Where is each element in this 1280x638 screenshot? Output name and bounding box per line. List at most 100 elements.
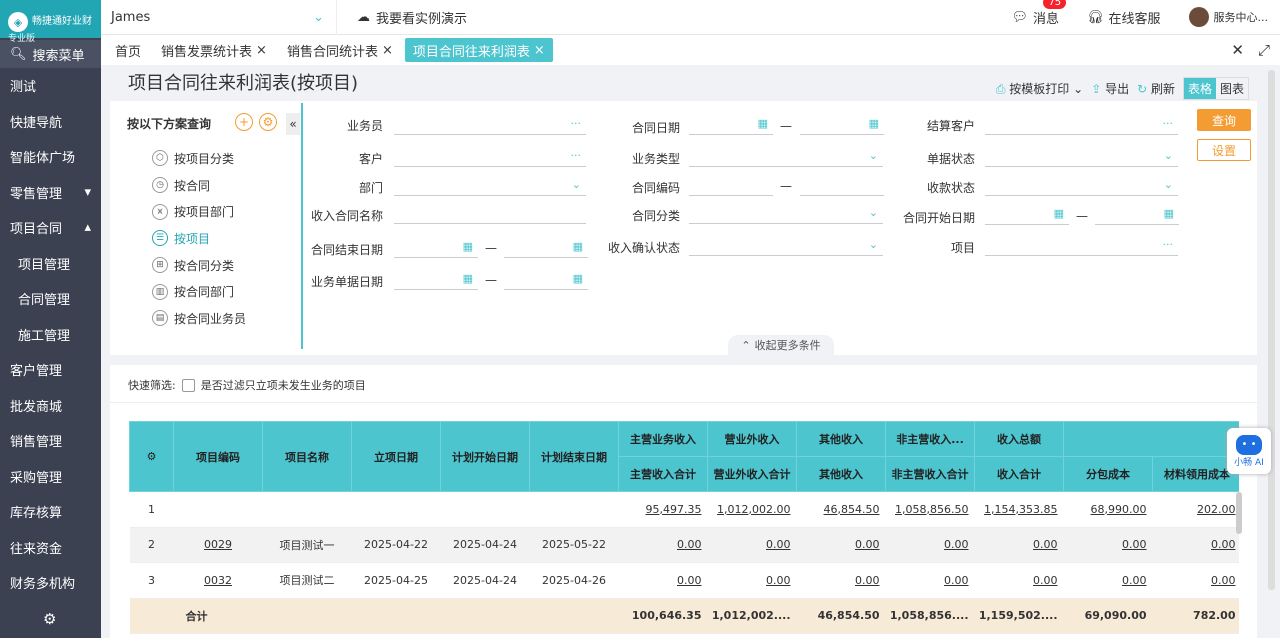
- online-service-button[interactable]: 🎧︎ 在线客服: [1087, 8, 1161, 27]
- contract-code-start[interactable]: [689, 174, 773, 196]
- sidebar-item[interactable]: 批发商城: [0, 388, 101, 424]
- contract-start-date-end[interactable]: ▦: [1095, 203, 1179, 225]
- amount-cell[interactable]: 46,854.50: [796, 491, 886, 528]
- amount-cell[interactable]: 0.00: [885, 527, 975, 563]
- settings-gear-icon[interactable]: ⚙: [43, 610, 56, 628]
- amount-cell[interactable]: 0.00: [796, 562, 886, 599]
- business-doc-date-end[interactable]: ▦: [504, 268, 588, 290]
- settings-button[interactable]: 设置: [1197, 139, 1251, 161]
- tab-3[interactable]: 项目合同往来利润表 ×: [404, 38, 553, 62]
- scheme-item[interactable]: ⩙ 按项目部门: [152, 198, 246, 225]
- amount-cell[interactable]: 1,058,856.50: [885, 491, 975, 528]
- close-icon[interactable]: ×: [534, 43, 545, 58]
- amount-cell[interactable]: 0.00: [618, 562, 708, 599]
- project-field[interactable]: ···: [985, 234, 1178, 256]
- doc-status-select[interactable]: ⌄: [985, 145, 1178, 167]
- amount-cell[interactable]: 0.00: [618, 527, 708, 563]
- page-scrollbar[interactable]: [1268, 70, 1275, 590]
- amount-cell[interactable]: 0.00: [796, 527, 886, 563]
- ai-assistant-button[interactable]: • • 小畅 AI: [1227, 428, 1271, 474]
- tab-2[interactable]: 销售合同统计表 ×: [279, 38, 401, 62]
- amount-cell[interactable]: 0.00: [707, 527, 797, 563]
- sidebar-item[interactable]: 测试: [0, 68, 101, 104]
- scheme-item[interactable]: ☰ 按项目: [152, 225, 246, 252]
- contract-date-end[interactable]: ▦: [800, 113, 884, 135]
- amount-cell[interactable]: 0.00: [885, 562, 975, 599]
- close-icon[interactable]: ×: [382, 43, 393, 58]
- demo-link[interactable]: ☁ 我要看实例演示: [357, 8, 467, 27]
- collapse-more-conditions[interactable]: ⌃ 收起更多条件: [728, 335, 834, 355]
- scheme-item[interactable]: ▥ 按合同部门: [152, 278, 246, 305]
- business-type-select[interactable]: ⌄: [689, 145, 883, 167]
- user-menu[interactable]: 服务中心...: [1188, 7, 1268, 27]
- scheme-settings-icon[interactable]: ⚙: [259, 113, 277, 131]
- amount-cell[interactable]: 95,497.35: [618, 491, 708, 528]
- sidebar-item[interactable]: 项目合同 ▴: [0, 210, 101, 246]
- contract-date-start[interactable]: ▦: [689, 113, 773, 135]
- tenant-select[interactable]: James ⌄: [101, 0, 337, 35]
- column-settings-icon[interactable]: ⚙: [129, 421, 174, 492]
- table-row[interactable]: 3 0032 项目测试二 2025-04-25 2025-04-24 2025-04-26…: [129, 562, 1239, 599]
- sidebar-item[interactable]: 合同管理: [0, 281, 101, 317]
- sidebar-item[interactable]: 销售管理: [0, 423, 101, 459]
- sidebar-item[interactable]: 采购管理: [0, 459, 101, 495]
- amount-cell[interactable]: 0.00: [974, 527, 1064, 563]
- print-template-button[interactable]: ⎙ 按模板打印 ⌄: [996, 80, 1083, 97]
- close-all-icon[interactable]: ✕: [1231, 41, 1244, 59]
- income-confirm-status-select[interactable]: ⌄: [689, 234, 883, 256]
- query-button[interactable]: 查询: [1197, 109, 1251, 131]
- settle-customer-field[interactable]: ···: [985, 113, 1178, 135]
- amount-cell[interactable]: 1,154,353.85: [974, 491, 1064, 528]
- amount-cell[interactable]: 0.00: [707, 562, 797, 599]
- add-scheme-icon[interactable]: +: [235, 113, 253, 131]
- table-row[interactable]: 1 95,497.35 1,012,002.00 46,854.50 1,058,856…: [129, 491, 1239, 528]
- contract-end-date-start[interactable]: ▦: [394, 236, 478, 258]
- sidebar-item[interactable]: 零售管理 ▾: [0, 175, 101, 211]
- contract-category-select[interactable]: ⌄: [689, 202, 883, 224]
- contract-code-end[interactable]: [800, 174, 884, 196]
- export-button[interactable]: ⇪ 导出: [1091, 80, 1129, 97]
- amount-cell[interactable]: 1,012,002.00: [707, 491, 797, 528]
- table-view-button[interactable]: 表格: [1183, 78, 1216, 99]
- scheme-item[interactable]: ⊞ 按合同分类: [152, 252, 246, 279]
- refresh-button[interactable]: ↻ 刷新: [1137, 80, 1175, 97]
- sidebar-item[interactable]: 施工管理: [0, 317, 101, 353]
- menu-search[interactable]: 🔍︎ 搜索菜单: [0, 40, 101, 68]
- income-contract-name-field[interactable]: [394, 202, 586, 224]
- cell-code[interactable]: 0029: [173, 527, 263, 563]
- amount-cell[interactable]: 0.00: [1152, 527, 1239, 563]
- department-select[interactable]: ⌄: [394, 174, 586, 196]
- scheme-item[interactable]: ◷ 按合同: [152, 172, 246, 199]
- amount-cell[interactable]: 68,990.00: [1063, 491, 1153, 528]
- scheme-item[interactable]: ⬡ 按项目分类: [152, 145, 246, 172]
- amount-cell[interactable]: 0.00: [974, 562, 1064, 599]
- sidebar-item[interactable]: 智能体广场: [0, 139, 101, 175]
- cell-code[interactable]: [173, 491, 263, 528]
- amount-cell[interactable]: 0.00: [1152, 562, 1239, 599]
- tab-0[interactable]: 首页: [107, 38, 149, 62]
- close-icon[interactable]: ×: [256, 43, 267, 58]
- amount-cell[interactable]: 0.00: [1063, 562, 1153, 599]
- sidebar-item[interactable]: 快捷导航: [0, 104, 101, 140]
- amount-cell[interactable]: 202.00: [1152, 491, 1239, 528]
- sidebar-item[interactable]: 客户管理: [0, 352, 101, 388]
- salesperson-field[interactable]: ···: [394, 113, 586, 135]
- collect-status-select[interactable]: ⌄: [985, 174, 1178, 196]
- amount-cell[interactable]: 0.00: [1063, 527, 1153, 563]
- tab-1[interactable]: 销售发票统计表 ×: [153, 38, 275, 62]
- contract-end-date-end[interactable]: ▦: [504, 236, 588, 258]
- table-row[interactable]: 2 0029 项目测试一 2025-04-22 2025-04-24 2025-05-22…: [129, 527, 1239, 563]
- table-scrollbar[interactable]: [1236, 492, 1242, 534]
- messages-button[interactable]: 💬︎ 消息 75: [1011, 0, 1067, 27]
- sidebar-item[interactable]: 库存核算: [0, 494, 101, 530]
- customer-field[interactable]: ···: [394, 145, 586, 167]
- scheme-item[interactable]: ▤ 按合同业务员: [152, 305, 246, 332]
- fullscreen-icon[interactable]: ⤢: [1258, 41, 1270, 59]
- cell-code[interactable]: 0032: [173, 562, 263, 599]
- chart-view-button[interactable]: 图表: [1216, 78, 1248, 99]
- sidebar-item[interactable]: 财务多机构: [0, 565, 101, 601]
- sidebar-item[interactable]: 项目管理: [0, 246, 101, 282]
- contract-start-date-start[interactable]: ▦: [985, 203, 1069, 225]
- sidebar-item[interactable]: 往来资金: [0, 530, 101, 566]
- filter-unused-projects-checkbox[interactable]: [181, 378, 195, 392]
